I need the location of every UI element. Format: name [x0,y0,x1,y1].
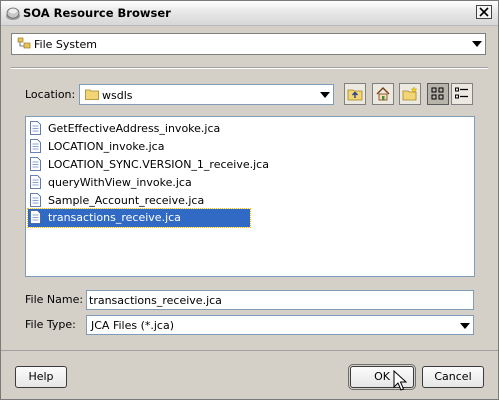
file-name: queryWithView_invoke.jca [48,176,192,189]
location-selected-value: wsdls [102,89,133,102]
cancel-button[interactable]: Cancel [422,366,484,388]
mouse-pointer-icon [393,370,407,391]
chevron-down-icon[interactable] [472,41,482,47]
home-icon [376,87,390,101]
home-button[interactable] [372,83,394,105]
list-view-icon [431,87,444,100]
file-list[interactable]: GetEffectiveAddress_invoke.jca LOCATION_… [25,116,475,277]
document-icon [30,175,41,189]
new-folder-button[interactable] [399,83,421,105]
file-name-label: File Name: [25,293,84,306]
location-label: Location: [25,88,76,101]
chevron-down-icon[interactable] [460,323,470,329]
document-icon [30,210,41,224]
list-view-button[interactable] [427,83,449,105]
file-type-label: File Type: [25,318,76,331]
file-type-select[interactable]: JCA Files (*.jca) [86,315,474,335]
help-button[interactable]: Help [15,366,67,388]
file-name-field[interactable] [86,290,474,310]
new-folder-icon [402,86,418,101]
close-icon [479,7,489,17]
file-system-icon [17,37,31,49]
separator [11,67,488,69]
details-view-button[interactable] [451,83,473,105]
document-icon [30,121,41,135]
chevron-down-icon[interactable] [320,92,330,98]
document-icon [30,139,41,153]
title-bar[interactable]: SOA Resource Browser [1,1,498,26]
document-icon [30,157,41,171]
folder-icon [85,89,99,100]
source-selected-value: File System [34,38,97,51]
soa-resource-browser-dialog: SOA Resource Browser File System Locatio… [0,0,499,400]
details-view-icon [455,87,468,99]
separator [1,350,498,351]
file-type-selected-value: JCA Files (*.jca) [91,319,175,332]
location-select[interactable]: wsdls [79,84,334,105]
file-list-item-selected[interactable]: transactions_receive.jca [27,208,251,228]
resource-source-select[interactable]: File System [11,33,486,55]
file-name-input[interactable] [89,292,469,308]
close-button[interactable] [476,5,492,19]
file-name: LOCATION_invoke.jca [48,140,165,153]
up-one-level-button[interactable] [344,83,366,105]
file-name: transactions_receive.jca [48,211,181,224]
file-name: LOCATION_SYNC.VERSION_1_receive.jca [48,158,269,171]
up-folder-icon [347,89,363,101]
file-name: Sample_Account_receive.jca [48,194,205,207]
document-icon [30,193,41,207]
window-title: SOA Resource Browser [23,6,171,20]
oracle-soa-icon [6,7,20,20]
file-name: GetEffectiveAddress_invoke.jca [48,122,221,135]
